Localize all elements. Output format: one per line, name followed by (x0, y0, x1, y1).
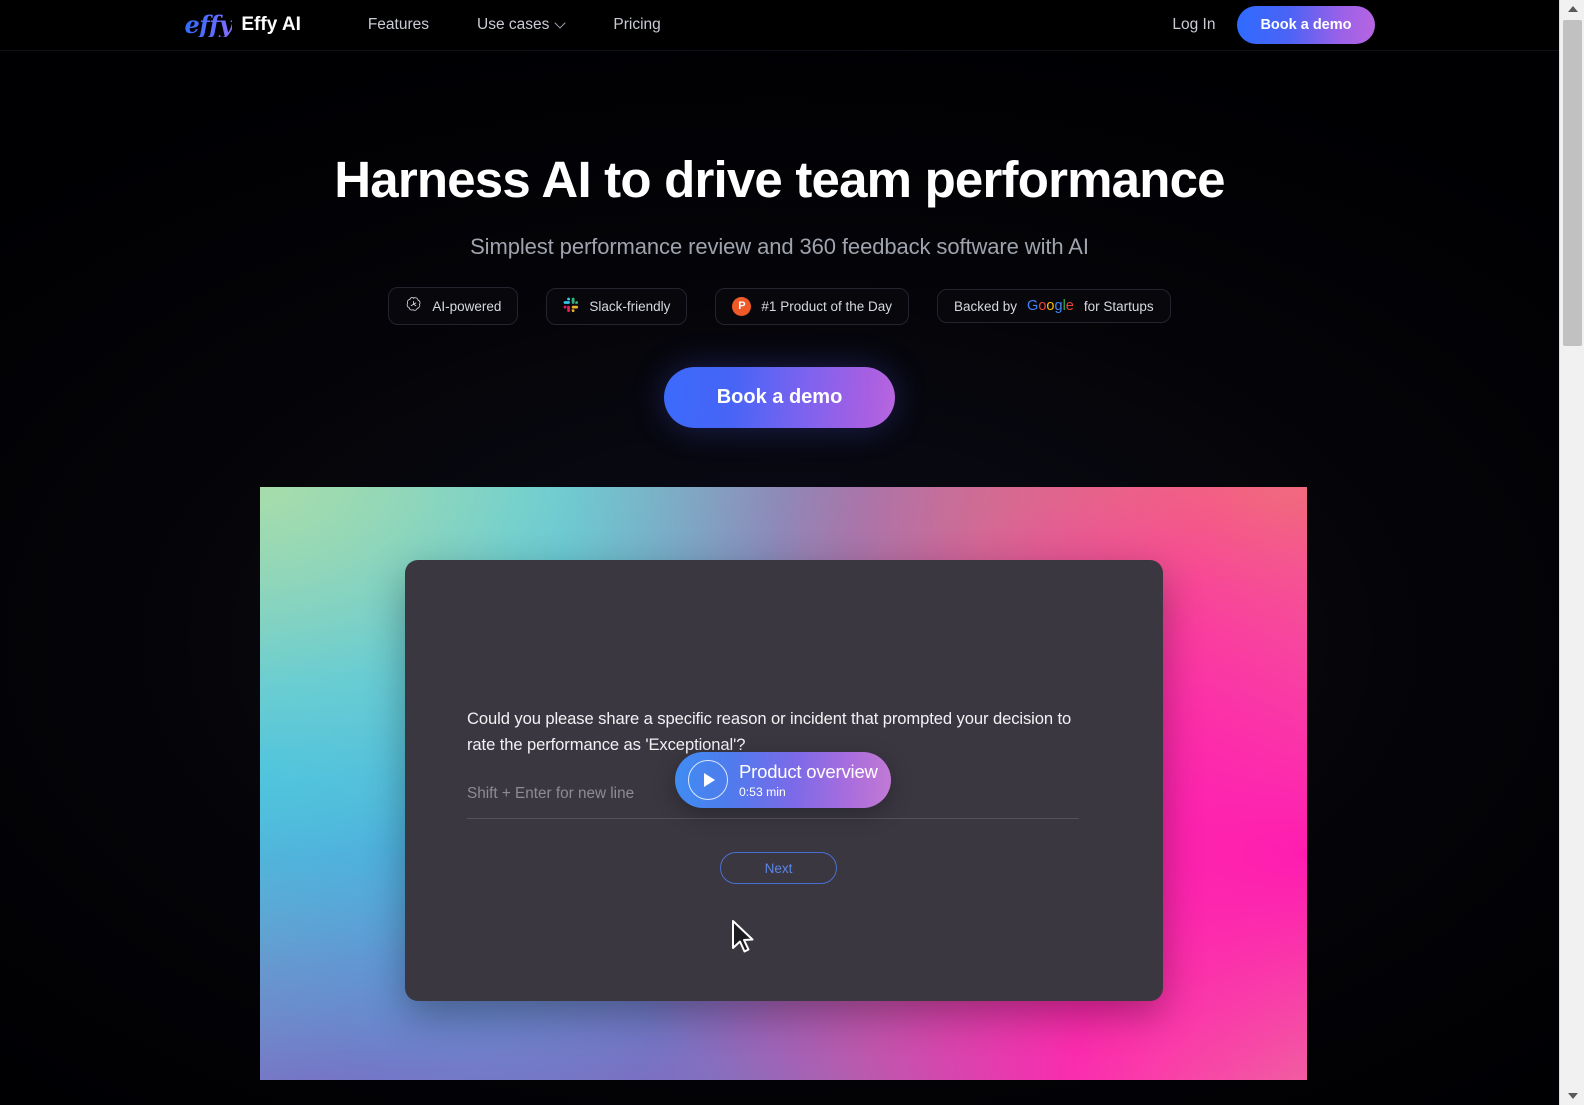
chevron-down-icon (556, 19, 565, 28)
next-button[interactable]: Next (720, 852, 837, 884)
nav-item-use-cases-label: Use cases (477, 16, 550, 33)
effy-wordmark-icon: effy (184, 10, 233, 39)
chevron-up-icon (1567, 6, 1578, 12)
nav-item-use-cases[interactable]: Use cases (453, 8, 589, 42)
product-overview-play-button[interactable]: Product overview 0:53 min (675, 752, 891, 808)
page-title: Harness AI to drive team performance (334, 151, 1225, 208)
google-letter: g (1054, 298, 1063, 315)
play-triangle-icon (704, 773, 715, 787)
navbar-book-demo-button[interactable]: Book a demo (1237, 6, 1375, 44)
google-logo-icon: G o o g l e (1027, 298, 1074, 314)
overview-title: Product overview (739, 761, 878, 783)
brand-logo[interactable]: effy Effy AI (185, 13, 301, 37)
slack-logo-icon (563, 297, 579, 316)
browser-scrollbar[interactable] (1559, 0, 1584, 1105)
badge-slack-friendly-label: Slack-friendly (589, 298, 671, 314)
google-letter: G (1027, 298, 1039, 315)
mouse-cursor-icon (732, 920, 754, 953)
nav-item-pricing[interactable]: Pricing (589, 8, 684, 42)
openai-logo-icon (405, 296, 422, 316)
google-letter: o (1046, 298, 1055, 315)
navbar-right: Log In Book a demo (1172, 0, 1375, 51)
badge-google-prefix: Backed by (954, 298, 1018, 314)
product-hunt-icon: P (732, 296, 752, 316)
top-navbar: effy Effy AI Features Use cases Pricing (0, 0, 1559, 51)
overview-pill-texts: Product overview 0:53 min (739, 761, 878, 798)
badge-ai-powered[interactable]: AI-powered (388, 287, 519, 326)
nav-item-features[interactable]: Features (344, 8, 453, 42)
badge-slack-friendly[interactable]: Slack-friendly (546, 287, 688, 325)
navbar-links: Features Use cases Pricing (344, 8, 685, 42)
page-viewport: effy Effy AI Features Use cases Pricing (0, 0, 1559, 1105)
badge-ai-powered-label: AI-powered (432, 298, 502, 314)
hero-cta-wrapper: Book a demo (0, 367, 1559, 429)
answer-input-underline (467, 818, 1079, 819)
badge-product-of-the-day[interactable]: P #1 Product of the Day (715, 287, 909, 325)
navbar-inner: effy Effy AI Features Use cases Pricing (185, 0, 1375, 51)
trust-badges: AI-powered Slack-friendly P #1 Product o… (0, 287, 1559, 326)
badge-product-of-the-day-label: #1 Product of the Day (761, 298, 892, 314)
badge-backed-by-google[interactable]: Backed by G o o g l e for Startups (937, 289, 1171, 324)
brand-name-label: Effy AI (241, 14, 301, 35)
scrollbar-down-arrow[interactable] (1560, 1087, 1584, 1105)
nav-item-features-label: Features (367, 16, 430, 33)
login-link[interactable]: Log In (1172, 16, 1215, 34)
google-letter: o (1038, 298, 1047, 315)
scrollbar-thumb[interactable] (1563, 20, 1582, 346)
hero-book-demo-button[interactable]: Book a demo (663, 367, 896, 429)
answer-input-placeholder[interactable]: Shift + Enter for new line (467, 785, 634, 803)
overview-duration: 0:53 min (739, 784, 786, 799)
google-letter: e (1065, 298, 1074, 315)
badge-google-suffix: for Startups (1083, 298, 1154, 314)
scrollbar-up-arrow[interactable] (1560, 0, 1584, 18)
browser-page: effy Effy AI Features Use cases Pricing (0, 0, 1584, 1105)
hero-subtitle: Simplest performance review and 360 feed… (470, 234, 1089, 260)
hero-section: Harness AI to drive team performance Sim… (0, 51, 1559, 429)
play-icon (688, 760, 728, 800)
chevron-down-icon (1567, 1093, 1578, 1099)
nav-item-pricing-label: Pricing (613, 16, 661, 33)
review-question-text: Could you please share a specific reason… (467, 709, 1072, 754)
